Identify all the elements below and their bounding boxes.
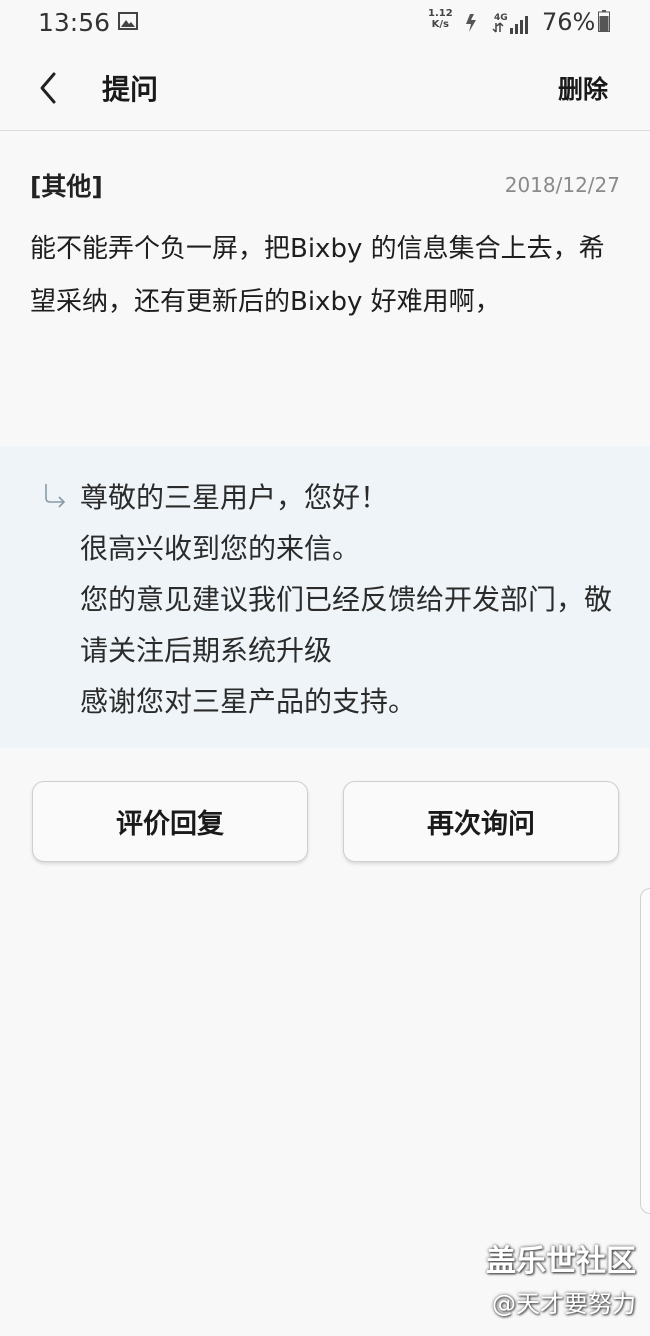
status-bar: 13:56 1.12 K/s 4G 76%	[0, 0, 650, 46]
question-body: 能不能弄个负一屏，把Bixby 的信息集合上去，希望采纳，还有更新后的Bixby…	[30, 234, 605, 317]
watermark-user: @天才要努力	[492, 1290, 636, 1318]
delete-button[interactable]: 删除	[558, 70, 608, 106]
rate-reply-button[interactable]: 评价回复	[32, 781, 308, 862]
watermark-title: 盖乐世社区	[486, 1244, 636, 1279]
network-type: 4G	[494, 13, 508, 23]
reply-line: 您的意见建议我们已经反馈给开发部门，敬请关注后期系统升级	[80, 583, 613, 667]
reply-card: 尊敬的三星用户，您好！ 很高兴收到您的来信。 您的意见建议我们已经反馈给开发部门…	[0, 446, 650, 748]
watermark: 盖乐世社区 @天才要努力	[486, 1236, 636, 1319]
signal-icon: 4G	[466, 13, 528, 34]
ask-again-button[interactable]: 再次询问	[343, 781, 619, 862]
battery-percent: 76%	[542, 8, 596, 36]
question-category: [其他]	[30, 172, 103, 201]
reply-arrow-icon	[45, 484, 66, 508]
page-title: 提问	[102, 73, 159, 106]
reply-line: 很高兴收到您的来信。	[80, 532, 361, 565]
app-header: 提问 删除	[0, 46, 650, 131]
reply-line: 感谢您对三星产品的支持。	[80, 685, 417, 718]
question-card: [其他] 2018/12/27 能不能弄个负一屏，把Bixby 的信息集合上去，…	[0, 131, 650, 445]
reply-body: 尊敬的三星用户，您好！ 很高兴收到您的来信。 您的意见建议我们已经反馈给开发部门…	[80, 472, 620, 727]
net-speed-value: 1.12	[428, 8, 453, 19]
battery-icon	[598, 10, 610, 32]
reply-line: 尊敬的三星用户，您好！	[80, 481, 389, 514]
status-time: 13:56	[38, 8, 111, 37]
image-icon	[118, 12, 138, 30]
edge-panel-handle[interactable]	[640, 888, 650, 1214]
back-arrow-icon[interactable]	[30, 66, 70, 110]
net-speed-unit: K/s	[431, 19, 450, 30]
net-speed: 1.12 K/s	[428, 8, 453, 30]
question-date: 2018/12/27	[504, 173, 620, 197]
